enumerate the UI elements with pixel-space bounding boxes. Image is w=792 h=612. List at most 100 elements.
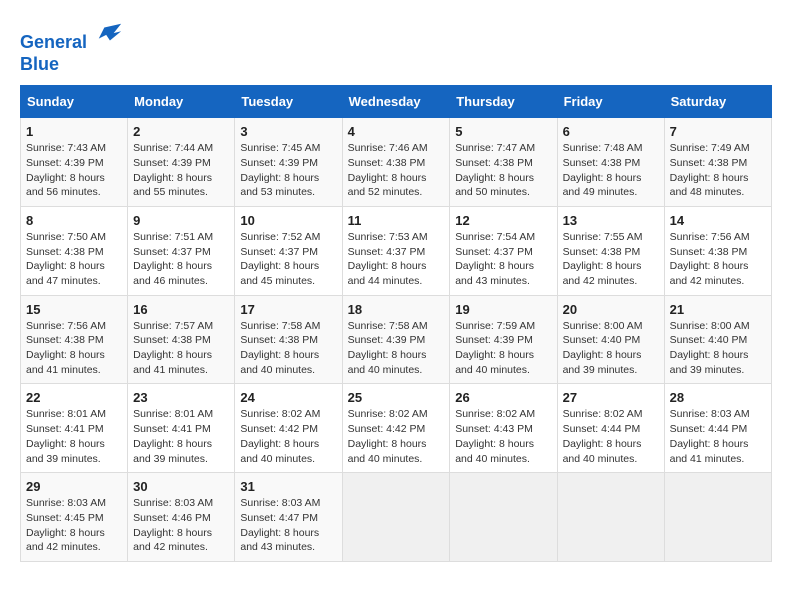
weekday-header-saturday: Saturday: [664, 86, 771, 118]
day-info: Sunrise: 7:58 AM Sunset: 4:38 PM Dayligh…: [240, 319, 336, 378]
day-info: Sunrise: 7:45 AM Sunset: 4:39 PM Dayligh…: [240, 141, 336, 200]
logo-bird-icon: [95, 20, 123, 48]
day-number: 24: [240, 390, 336, 405]
day-info: Sunrise: 7:54 AM Sunset: 4:37 PM Dayligh…: [455, 230, 551, 289]
day-number: 2: [133, 124, 229, 139]
calendar-cell: 13 Sunrise: 7:55 AM Sunset: 4:38 PM Dayl…: [557, 206, 664, 295]
day-info: Sunrise: 8:00 AM Sunset: 4:40 PM Dayligh…: [563, 319, 659, 378]
day-number: 23: [133, 390, 229, 405]
calendar-cell: 27 Sunrise: 8:02 AM Sunset: 4:44 PM Dayl…: [557, 384, 664, 473]
day-info: Sunrise: 7:56 AM Sunset: 4:38 PM Dayligh…: [26, 319, 122, 378]
day-number: 15: [26, 302, 122, 317]
calendar-cell: 16 Sunrise: 7:57 AM Sunset: 4:38 PM Dayl…: [128, 295, 235, 384]
calendar-cell: 8 Sunrise: 7:50 AM Sunset: 4:38 PM Dayli…: [21, 206, 128, 295]
day-number: 20: [563, 302, 659, 317]
day-number: 11: [348, 213, 445, 228]
calendar-cell: 18 Sunrise: 7:58 AM Sunset: 4:39 PM Dayl…: [342, 295, 450, 384]
calendar-cell: 19 Sunrise: 7:59 AM Sunset: 4:39 PM Dayl…: [450, 295, 557, 384]
day-number: 8: [26, 213, 122, 228]
day-number: 25: [348, 390, 445, 405]
day-info: Sunrise: 7:53 AM Sunset: 4:37 PM Dayligh…: [348, 230, 445, 289]
calendar-week-row: 1 Sunrise: 7:43 AM Sunset: 4:39 PM Dayli…: [21, 118, 772, 207]
day-info: Sunrise: 7:58 AM Sunset: 4:39 PM Dayligh…: [348, 319, 445, 378]
day-number: 26: [455, 390, 551, 405]
calendar-cell: 26 Sunrise: 8:02 AM Sunset: 4:43 PM Dayl…: [450, 384, 557, 473]
day-number: 19: [455, 302, 551, 317]
day-number: 14: [670, 213, 766, 228]
day-number: 28: [670, 390, 766, 405]
day-info: Sunrise: 7:43 AM Sunset: 4:39 PM Dayligh…: [26, 141, 122, 200]
day-info: Sunrise: 7:51 AM Sunset: 4:37 PM Dayligh…: [133, 230, 229, 289]
day-number: 31: [240, 479, 336, 494]
calendar-cell: [664, 473, 771, 562]
day-number: 16: [133, 302, 229, 317]
day-number: 17: [240, 302, 336, 317]
calendar-week-row: 29 Sunrise: 8:03 AM Sunset: 4:45 PM Dayl…: [21, 473, 772, 562]
calendar-cell: 21 Sunrise: 8:00 AM Sunset: 4:40 PM Dayl…: [664, 295, 771, 384]
day-info: Sunrise: 7:59 AM Sunset: 4:39 PM Dayligh…: [455, 319, 551, 378]
day-number: 7: [670, 124, 766, 139]
calendar-cell: 25 Sunrise: 8:02 AM Sunset: 4:42 PM Dayl…: [342, 384, 450, 473]
day-info: Sunrise: 7:49 AM Sunset: 4:38 PM Dayligh…: [670, 141, 766, 200]
calendar-header-row: SundayMondayTuesdayWednesdayThursdayFrid…: [21, 86, 772, 118]
day-info: Sunrise: 7:46 AM Sunset: 4:38 PM Dayligh…: [348, 141, 445, 200]
calendar-cell: 22 Sunrise: 8:01 AM Sunset: 4:41 PM Dayl…: [21, 384, 128, 473]
day-number: 9: [133, 213, 229, 228]
calendar-cell: 4 Sunrise: 7:46 AM Sunset: 4:38 PM Dayli…: [342, 118, 450, 207]
day-number: 12: [455, 213, 551, 228]
day-info: Sunrise: 8:03 AM Sunset: 4:47 PM Dayligh…: [240, 496, 336, 555]
calendar-cell: [450, 473, 557, 562]
day-number: 21: [670, 302, 766, 317]
logo: General Blue: [20, 20, 123, 75]
calendar-cell: 6 Sunrise: 7:48 AM Sunset: 4:38 PM Dayli…: [557, 118, 664, 207]
calendar-cell: 1 Sunrise: 7:43 AM Sunset: 4:39 PM Dayli…: [21, 118, 128, 207]
calendar-cell: 3 Sunrise: 7:45 AM Sunset: 4:39 PM Dayli…: [235, 118, 342, 207]
weekday-header-wednesday: Wednesday: [342, 86, 450, 118]
day-info: Sunrise: 8:00 AM Sunset: 4:40 PM Dayligh…: [670, 319, 766, 378]
calendar-week-row: 22 Sunrise: 8:01 AM Sunset: 4:41 PM Dayl…: [21, 384, 772, 473]
calendar-week-row: 8 Sunrise: 7:50 AM Sunset: 4:38 PM Dayli…: [21, 206, 772, 295]
day-number: 13: [563, 213, 659, 228]
logo-blue: Blue: [20, 54, 59, 74]
day-info: Sunrise: 7:52 AM Sunset: 4:37 PM Dayligh…: [240, 230, 336, 289]
day-info: Sunrise: 7:44 AM Sunset: 4:39 PM Dayligh…: [133, 141, 229, 200]
day-info: Sunrise: 8:03 AM Sunset: 4:44 PM Dayligh…: [670, 407, 766, 466]
day-info: Sunrise: 7:48 AM Sunset: 4:38 PM Dayligh…: [563, 141, 659, 200]
day-info: Sunrise: 8:03 AM Sunset: 4:46 PM Dayligh…: [133, 496, 229, 555]
calendar-cell: 17 Sunrise: 7:58 AM Sunset: 4:38 PM Dayl…: [235, 295, 342, 384]
logo-general: General: [20, 32, 87, 52]
day-info: Sunrise: 8:02 AM Sunset: 4:43 PM Dayligh…: [455, 407, 551, 466]
day-number: 4: [348, 124, 445, 139]
calendar-cell: [342, 473, 450, 562]
weekday-header-monday: Monday: [128, 86, 235, 118]
day-info: Sunrise: 8:02 AM Sunset: 4:44 PM Dayligh…: [563, 407, 659, 466]
day-info: Sunrise: 7:55 AM Sunset: 4:38 PM Dayligh…: [563, 230, 659, 289]
day-info: Sunrise: 7:50 AM Sunset: 4:38 PM Dayligh…: [26, 230, 122, 289]
day-info: Sunrise: 8:03 AM Sunset: 4:45 PM Dayligh…: [26, 496, 122, 555]
calendar-cell: 14 Sunrise: 7:56 AM Sunset: 4:38 PM Dayl…: [664, 206, 771, 295]
calendar-cell: 23 Sunrise: 8:01 AM Sunset: 4:41 PM Dayl…: [128, 384, 235, 473]
day-number: 29: [26, 479, 122, 494]
day-info: Sunrise: 8:01 AM Sunset: 4:41 PM Dayligh…: [26, 407, 122, 466]
day-info: Sunrise: 8:02 AM Sunset: 4:42 PM Dayligh…: [348, 407, 445, 466]
calendar-cell: 7 Sunrise: 7:49 AM Sunset: 4:38 PM Dayli…: [664, 118, 771, 207]
day-number: 3: [240, 124, 336, 139]
calendar-cell: [557, 473, 664, 562]
calendar-cell: 2 Sunrise: 7:44 AM Sunset: 4:39 PM Dayli…: [128, 118, 235, 207]
page-header: General Blue: [20, 20, 772, 75]
calendar-cell: 15 Sunrise: 7:56 AM Sunset: 4:38 PM Dayl…: [21, 295, 128, 384]
day-number: 22: [26, 390, 122, 405]
calendar-cell: 5 Sunrise: 7:47 AM Sunset: 4:38 PM Dayli…: [450, 118, 557, 207]
weekday-header-thursday: Thursday: [450, 86, 557, 118]
calendar-cell: 30 Sunrise: 8:03 AM Sunset: 4:46 PM Dayl…: [128, 473, 235, 562]
calendar-cell: 29 Sunrise: 8:03 AM Sunset: 4:45 PM Dayl…: [21, 473, 128, 562]
day-number: 30: [133, 479, 229, 494]
day-number: 27: [563, 390, 659, 405]
day-info: Sunrise: 7:57 AM Sunset: 4:38 PM Dayligh…: [133, 319, 229, 378]
day-number: 10: [240, 213, 336, 228]
calendar-cell: 10 Sunrise: 7:52 AM Sunset: 4:37 PM Dayl…: [235, 206, 342, 295]
day-number: 1: [26, 124, 122, 139]
day-info: Sunrise: 7:56 AM Sunset: 4:38 PM Dayligh…: [670, 230, 766, 289]
calendar-week-row: 15 Sunrise: 7:56 AM Sunset: 4:38 PM Dayl…: [21, 295, 772, 384]
calendar-cell: 11 Sunrise: 7:53 AM Sunset: 4:37 PM Dayl…: [342, 206, 450, 295]
